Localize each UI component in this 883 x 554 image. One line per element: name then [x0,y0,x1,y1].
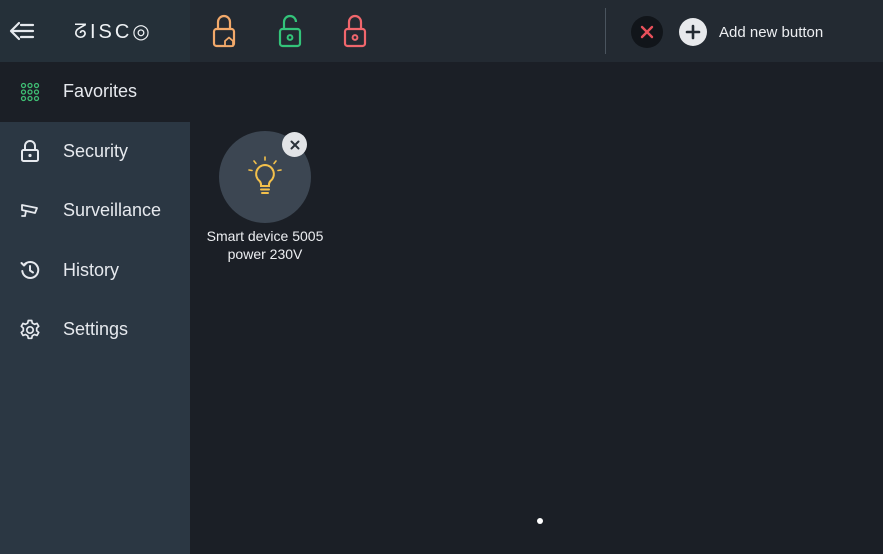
page-indicator-dot [537,518,543,524]
partial-arm-lock-icon [212,14,236,48]
close-icon [640,25,654,39]
sidebar-item-label: Security [63,140,129,161]
partial-arm-lock-button[interactable] [210,13,238,51]
light-bulb-icon [248,156,282,194]
gear-icon [19,319,41,341]
sidebar-item-history[interactable]: History [0,241,190,301]
history-icon [19,259,41,281]
close-edit-button[interactable] [631,16,663,48]
toolbar-divider [605,8,606,54]
disarmed-lock-icon [278,14,302,48]
sidebar-header: ᘔISC◎ [0,0,190,62]
arrow-left-icon [9,21,35,41]
risco-logo: ᘔISC◎ [74,20,153,43]
armed-lock-icon [343,14,367,48]
grid-icon [19,81,41,103]
sidebar-nav: Favorites Security Surveillance History … [0,62,190,360]
favorite-tile-label-line2: power 230V [227,246,303,262]
sidebar-item-favorites[interactable]: Favorites [0,62,190,122]
sidebar-item-label: Favorites [63,81,138,102]
top-bar: Add new button [190,0,883,62]
sidebar: ᘔISC◎ Favorites Security Surveillance Hi… [0,0,190,554]
plus-icon [679,18,707,46]
favorite-tile-label-line1: Smart device 5005 [206,228,324,244]
sidebar-item-settings[interactable]: Settings [0,300,190,360]
close-icon [290,140,299,149]
sidebar-item-label: History [63,259,120,280]
lock-icon [19,140,41,163]
back-button[interactable] [0,0,44,62]
sidebar-item-label: Settings [63,319,129,340]
arm-lock-button[interactable] [341,13,369,51]
add-new-button[interactable]: Add new button [679,16,823,48]
camera-icon [19,200,41,222]
favorite-tile-label: Smart device 5005 power 230V [200,227,330,263]
sidebar-item-security[interactable]: Security [0,122,190,182]
sidebar-item-label: Surveillance [63,200,162,221]
add-new-button-label: Add new button [719,23,824,41]
disarm-lock-button[interactable] [276,13,304,51]
sidebar-item-surveillance[interactable]: Surveillance [0,181,190,241]
remove-favorite-button[interactable] [282,132,307,157]
